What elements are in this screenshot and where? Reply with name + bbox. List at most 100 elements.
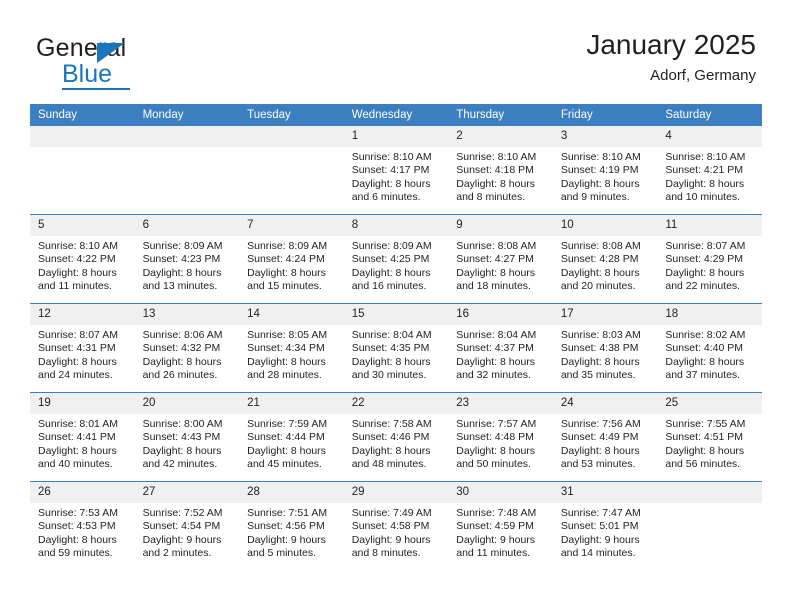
sunset-text: Sunset: 4:59 PM xyxy=(456,520,534,533)
calendar-day-cell[interactable]: 27 Sunrise: 7:52 AM Sunset: 4:54 PM Dayligh… xyxy=(134,481,240,570)
day-details: Sunrise: 8:10 AM Sunset: 4:19 PM Daylight:… xyxy=(553,147,658,205)
calendar-day-cell[interactable]: 5 Sunrise: 8:10 AM Sunset: 4:22 PM Daylight… xyxy=(30,214,135,304)
day-number: 29 xyxy=(343,482,449,503)
calendar-day-cell[interactable]: 7 Sunrise: 8:09 AM Sunset: 4:24 PM Daylight… xyxy=(239,214,344,304)
calendar-day-cell[interactable]: 31 Sunrise: 7:47 AM Sunset: 5:01 PM Dayligh… xyxy=(552,481,658,570)
calendar-day-cell[interactable]: 20 Sunrise: 8:00 AM Sunset: 4:43 PM Dayligh… xyxy=(134,392,240,482)
sunset-text: Sunset: 4:31 PM xyxy=(38,342,116,355)
sunset-text: Sunset: 4:46 PM xyxy=(351,431,430,444)
calendar-week-row: 1 Sunrise: 8:10 AM Sunset: 4:17 PM Daylight… xyxy=(30,126,762,215)
daylight-text-line1: Daylight: 8 hours xyxy=(351,177,431,190)
calendar-table: Sunday Monday Tuesday Wednesday Thursday… xyxy=(30,104,762,570)
daylight-text-line2: and 50 minutes. xyxy=(456,458,531,471)
day-number: 13 xyxy=(134,304,240,325)
sunset-text: Sunset: 4:40 PM xyxy=(665,342,744,355)
calendar-day-cell[interactable]: 10 Sunrise: 8:08 AM Sunset: 4:28 PM Dayligh… xyxy=(552,214,658,304)
daylight-text-line1: Daylight: 8 hours xyxy=(351,444,431,457)
daylight-text-line1: Daylight: 8 hours xyxy=(456,355,536,368)
day-details: Sunrise: 7:58 AM Sunset: 4:46 PM Daylight:… xyxy=(344,414,449,472)
day-details: Sunrise: 8:10 AM Sunset: 4:22 PM Daylight:… xyxy=(30,236,135,294)
weekday-header-monday: Monday xyxy=(134,104,240,126)
calendar-day-cell[interactable]: 12 Sunrise: 8:07 AM Sunset: 4:31 PM Dayligh… xyxy=(30,303,135,393)
sunrise-text: Sunrise: 7:55 AM xyxy=(665,418,746,430)
daylight-text-line2: and 5 minutes. xyxy=(247,547,317,560)
daylight-text-line2: and 37 minutes. xyxy=(665,369,741,382)
calendar-day-cell[interactable]: 18 Sunrise: 8:02 AM Sunset: 4:40 PM Dayligh… xyxy=(657,303,762,393)
calendar-day-cell[interactable]: 24 Sunrise: 7:56 AM Sunset: 4:49 PM Dayligh… xyxy=(552,392,658,482)
day-number: 3 xyxy=(552,126,658,147)
day-details: Sunrise: 8:08 AM Sunset: 4:27 PM Daylight:… xyxy=(448,236,553,294)
daylight-text-line1: Daylight: 8 hours xyxy=(38,355,117,368)
calendar-day-cell[interactable]: 25 Sunrise: 7:55 AM Sunset: 4:51 PM Dayligh… xyxy=(657,392,762,482)
calendar-day-cell[interactable]: 14 Sunrise: 8:05 AM Sunset: 4:34 PM Dayligh… xyxy=(239,303,344,393)
calendar-day-cell[interactable]: 26 Sunrise: 7:53 AM Sunset: 4:53 PM Dayligh… xyxy=(30,481,135,570)
weekday-header-sunday: Sunday xyxy=(30,104,135,126)
calendar-day-cell[interactable]: 28 Sunrise: 7:51 AM Sunset: 4:56 PM Dayligh… xyxy=(239,481,344,570)
calendar-day-cell[interactable]: 19 Sunrise: 8:01 AM Sunset: 4:41 PM Dayligh… xyxy=(30,392,135,482)
day-number: 28 xyxy=(239,482,344,503)
day-number xyxy=(239,126,344,147)
calendar-day-cell[interactable]: 23 Sunrise: 7:57 AM Sunset: 4:48 PM Dayligh… xyxy=(448,392,553,482)
day-details: Sunrise: 7:56 AM Sunset: 4:49 PM Daylight:… xyxy=(553,414,658,472)
sunset-text: Sunset: 4:27 PM xyxy=(456,253,534,266)
sunrise-text: Sunrise: 7:53 AM xyxy=(38,507,118,519)
sunrise-text: Sunrise: 8:09 AM xyxy=(142,240,223,252)
daylight-text-line2: and 56 minutes. xyxy=(665,458,741,471)
calendar-day-cell[interactable]: 22 Sunrise: 7:58 AM Sunset: 4:46 PM Dayligh… xyxy=(343,392,449,482)
calendar-day-cell[interactable]: 15 Sunrise: 8:04 AM Sunset: 4:35 PM Dayligh… xyxy=(343,303,449,393)
daylight-text-line1: Daylight: 8 hours xyxy=(560,355,640,368)
day-details: Sunrise: 7:48 AM Sunset: 4:59 PM Daylight:… xyxy=(448,503,553,561)
day-number: 23 xyxy=(448,393,553,414)
daylight-text-line2: and 24 minutes. xyxy=(38,369,113,382)
day-number: 6 xyxy=(134,215,240,236)
daylight-text-line1: Daylight: 8 hours xyxy=(247,355,326,368)
day-number: 14 xyxy=(239,304,344,325)
daylight-text-line1: Daylight: 9 hours xyxy=(456,533,536,546)
day-number: 27 xyxy=(134,482,240,503)
day-number xyxy=(657,482,762,503)
sunrise-text: Sunrise: 8:05 AM xyxy=(247,329,328,341)
day-details: Sunrise: 8:02 AM Sunset: 4:40 PM Daylight:… xyxy=(657,325,762,383)
calendar-body: 1 Sunrise: 8:10 AM Sunset: 4:17 PM Daylight… xyxy=(30,126,762,570)
calendar-day-cell[interactable]: 2 Sunrise: 8:10 AM Sunset: 4:18 PM Daylight… xyxy=(448,126,553,215)
daylight-text-line2: and 32 minutes. xyxy=(456,369,531,382)
day-details: Sunrise: 7:53 AM Sunset: 4:53 PM Daylight:… xyxy=(30,503,135,561)
day-details: Sunrise: 7:55 AM Sunset: 4:51 PM Daylight:… xyxy=(657,414,762,472)
calendar-day-cell[interactable]: 17 Sunrise: 8:03 AM Sunset: 4:38 PM Dayligh… xyxy=(552,303,658,393)
daylight-text-line2: and 8 minutes. xyxy=(456,191,526,204)
sunset-text: Sunset: 4:54 PM xyxy=(142,520,221,533)
calendar-day-cell[interactable]: 16 Sunrise: 8:04 AM Sunset: 4:37 PM Dayligh… xyxy=(448,303,553,393)
day-number: 4 xyxy=(657,126,762,147)
daylight-text-line1: Daylight: 8 hours xyxy=(142,355,222,368)
sunset-text: Sunset: 4:23 PM xyxy=(142,253,221,266)
calendar-day-cell[interactable]: 6 Sunrise: 8:09 AM Sunset: 4:23 PM Daylight… xyxy=(134,214,240,304)
calendar-day-cell[interactable]: 8 Sunrise: 8:09 AM Sunset: 4:25 PM Daylight… xyxy=(343,214,449,304)
day-details: Sunrise: 7:47 AM Sunset: 5:01 PM Daylight:… xyxy=(553,503,658,561)
sunset-text: Sunset: 4:35 PM xyxy=(351,342,430,355)
daylight-text-line1: Daylight: 8 hours xyxy=(142,444,222,457)
daylight-text-line2: and 30 minutes. xyxy=(351,369,427,382)
calendar-day-cell[interactable]: 30 Sunrise: 7:48 AM Sunset: 4:59 PM Dayligh… xyxy=(448,481,553,570)
day-details: Sunrise: 7:52 AM Sunset: 4:54 PM Daylight:… xyxy=(135,503,240,561)
calendar-day-cell[interactable]: 1 Sunrise: 8:10 AM Sunset: 4:17 PM Daylight… xyxy=(343,126,449,215)
day-number: 8 xyxy=(343,215,449,236)
calendar-week-row: 5 Sunrise: 8:10 AM Sunset: 4:22 PM Daylight… xyxy=(30,214,762,304)
calendar-day-cell[interactable]: 4 Sunrise: 8:10 AM Sunset: 4:21 PM Daylight… xyxy=(657,126,762,215)
logo-text-blue: Blue xyxy=(62,60,113,88)
daylight-text-line1: Daylight: 9 hours xyxy=(247,533,326,546)
calendar-day-cell[interactable]: 29 Sunrise: 7:49 AM Sunset: 4:58 PM Dayligh… xyxy=(343,481,449,570)
calendar-day-cell[interactable]: 9 Sunrise: 8:08 AM Sunset: 4:27 PM Daylight… xyxy=(448,214,553,304)
daylight-text-line2: and 42 minutes. xyxy=(142,458,218,471)
day-number: 7 xyxy=(239,215,344,236)
calendar-day-cell[interactable]: 21 Sunrise: 7:59 AM Sunset: 4:44 PM Dayligh… xyxy=(239,392,344,482)
calendar-page: General Blue January 2025 Adorf, Germany… xyxy=(0,0,792,612)
daylight-text-line2: and 59 minutes. xyxy=(38,547,113,560)
calendar-week-row: 12 Sunrise: 8:07 AM Sunset: 4:31 PM Dayligh… xyxy=(30,303,762,393)
general-blue-logo[interactable]: General Blue xyxy=(36,34,236,94)
sunrise-text: Sunrise: 8:10 AM xyxy=(38,240,118,252)
calendar-day-cell[interactable]: 11 Sunrise: 8:07 AM Sunset: 4:29 PM Dayligh… xyxy=(657,214,762,304)
sunset-text: Sunset: 4:17 PM xyxy=(351,164,430,177)
calendar-day-cell[interactable]: 13 Sunrise: 8:06 AM Sunset: 4:32 PM Dayligh… xyxy=(134,303,240,393)
day-details: Sunrise: 8:07 AM Sunset: 4:31 PM Daylight:… xyxy=(30,325,135,383)
calendar-day-cell[interactable]: 3 Sunrise: 8:10 AM Sunset: 4:19 PM Daylight… xyxy=(552,126,658,215)
